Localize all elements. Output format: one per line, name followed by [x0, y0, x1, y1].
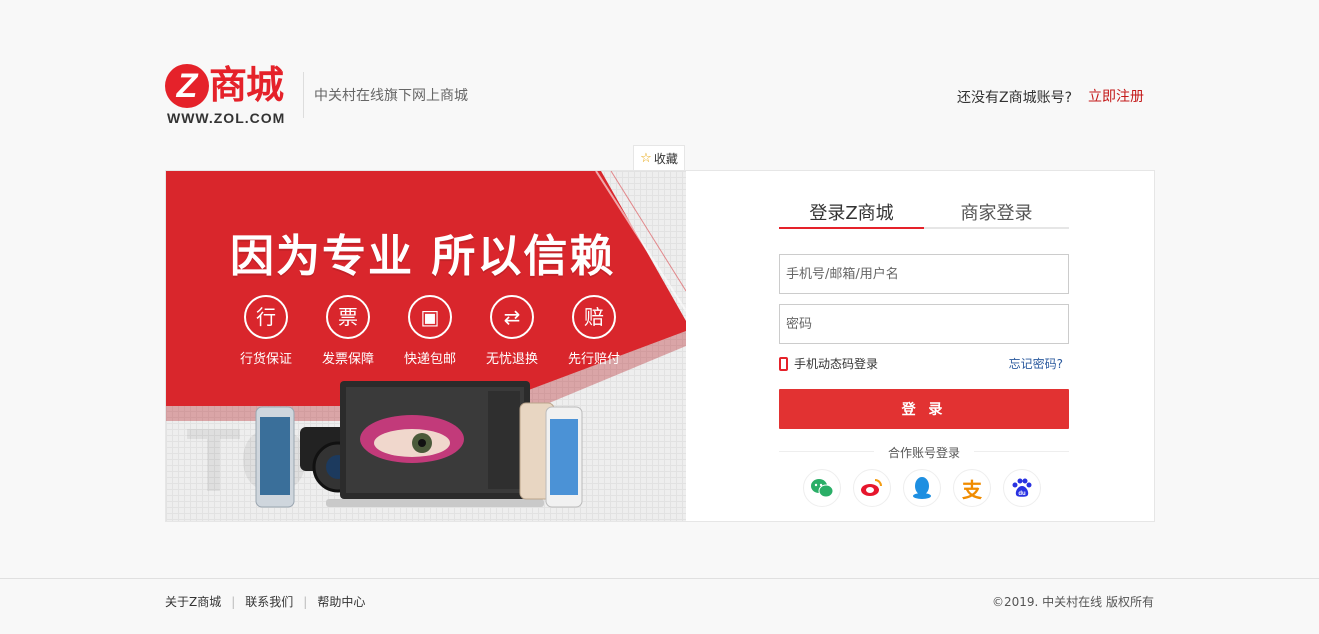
feature-label: 行货保证 [239, 352, 292, 367]
feature-item: ⇄ 无忧退换 [484, 295, 540, 367]
feature-label: 快递包邮 [403, 352, 456, 367]
tab-user-login[interactable]: 登录Z商城 [779, 199, 924, 229]
footer-link-about[interactable]: 关于Z商城 [165, 593, 221, 610]
copyright: ©2019. 中关村在线 版权所有 [992, 595, 1154, 609]
feature-item: 赔 先行赔付 [566, 295, 622, 367]
footer-link-contact[interactable]: 联系我们 [245, 593, 293, 610]
favorite-label: 收藏 [653, 152, 678, 166]
package-icon: ▣ [408, 295, 452, 339]
footer-links: 关于Z商城 | 联系我们 | 帮助中心 [165, 593, 365, 610]
logo-z-mark: Z [165, 64, 209, 108]
alipay-glyph: 支 [962, 477, 982, 502]
footer-link-help[interactable]: 帮助中心 [317, 593, 365, 610]
sms-login-label: 手机动态码登录 [794, 357, 879, 371]
zol-logo[interactable]: Z 商城 WWW.ZOL.COM [165, 63, 300, 126]
slogan: 中关村在线旗下网上商城 [314, 88, 468, 104]
invoice-icon: 票 [326, 295, 370, 339]
feature-label: 先行赔付 [567, 352, 620, 367]
login-tabs: 登录Z商城 商家登录 [779, 199, 1069, 229]
feature-item: ▣ 快递包邮 [402, 295, 458, 367]
wechat-icon[interactable] [803, 469, 841, 507]
qq-icon[interactable] [903, 469, 941, 507]
username-input[interactable] [779, 254, 1069, 294]
baidu-icon[interactable]: du [1003, 469, 1041, 507]
svg-text:du: du [1018, 491, 1026, 497]
sms-login-link[interactable]: 手机动态码登录 [779, 355, 878, 372]
devices-illustration [255, 381, 583, 508]
page-header: Z 商城 WWW.ZOL.COM 中关村在线旗下网上商城 还没有Z商城账号? 立… [0, 0, 1319, 145]
page-footer: 关于Z商城 | 联系我们 | 帮助中心 ©2019. 中关村在线 版权所有 [0, 578, 1319, 634]
tab-merchant-login[interactable]: 商家登录 [924, 199, 1069, 227]
feature-label: 无忧退换 [485, 352, 538, 367]
login-form: 登录Z商城 商家登录 手机动态码登录 忘记密码? 登 录 合作账号登录 支 [779, 171, 1069, 521]
feature-item: 票 发票保障 [320, 295, 376, 367]
partner-login-title: 合作账号登录 [779, 444, 1069, 460]
promo-banner: TO ST 因为专业 所以信赖 行 行货保证 票 发票保障 ▣ 快递包邮 ⇄ 无… [166, 171, 686, 521]
exchange-icon: ⇄ [490, 295, 534, 339]
social-login-list: 支 du [803, 469, 1041, 507]
feature-label: 发票保障 [321, 352, 374, 367]
header-divider [303, 72, 304, 118]
login-button[interactable]: 登 录 [779, 389, 1069, 429]
feature-item: 行 行货保证 [238, 295, 294, 367]
login-panel: TO ST 因为专业 所以信赖 行 行货保证 票 发票保障 ▣ 快递包邮 ⇄ 无… [165, 170, 1155, 522]
weibo-icon[interactable] [853, 469, 891, 507]
feature-list: 行 行货保证 票 发票保障 ▣ 快递包邮 ⇄ 无忧退换 赔 先行赔付 [238, 295, 622, 367]
compensation-icon: 赔 [572, 295, 616, 339]
mobile-phone-icon [779, 356, 788, 371]
alipay-icon[interactable]: 支 [953, 469, 991, 507]
star-icon: ☆ [640, 151, 652, 166]
password-input[interactable] [779, 304, 1069, 344]
register-link[interactable]: 立即注册 [1088, 86, 1144, 106]
logo-url: WWW.ZOL.COM [167, 110, 286, 126]
footer-separator: | [303, 594, 308, 609]
favorite-button[interactable]: ☆ 收藏 [633, 145, 685, 171]
forgot-password-link[interactable]: 忘记密码? [1009, 355, 1063, 372]
logo-name: 商城 [209, 63, 284, 107]
register-prompt: 还没有Z商城账号? [957, 90, 1073, 106]
genuine-icon: 行 [244, 295, 288, 339]
banner-headline: 因为专业 所以信赖 [230, 231, 616, 282]
footer-separator: | [231, 594, 236, 609]
